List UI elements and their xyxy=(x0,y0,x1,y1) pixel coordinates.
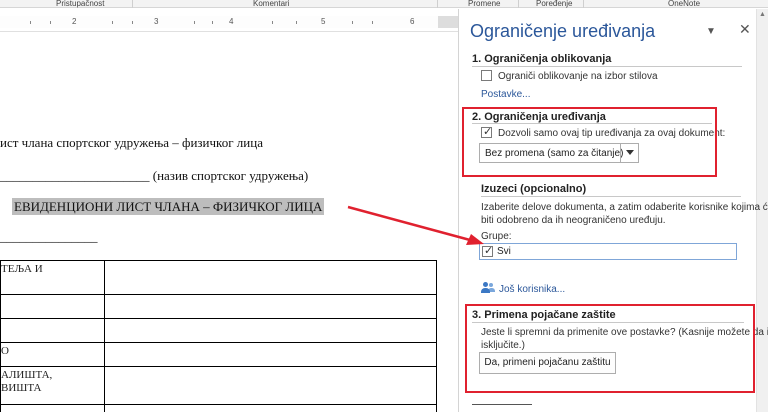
annotation-arrow-icon xyxy=(347,205,484,245)
